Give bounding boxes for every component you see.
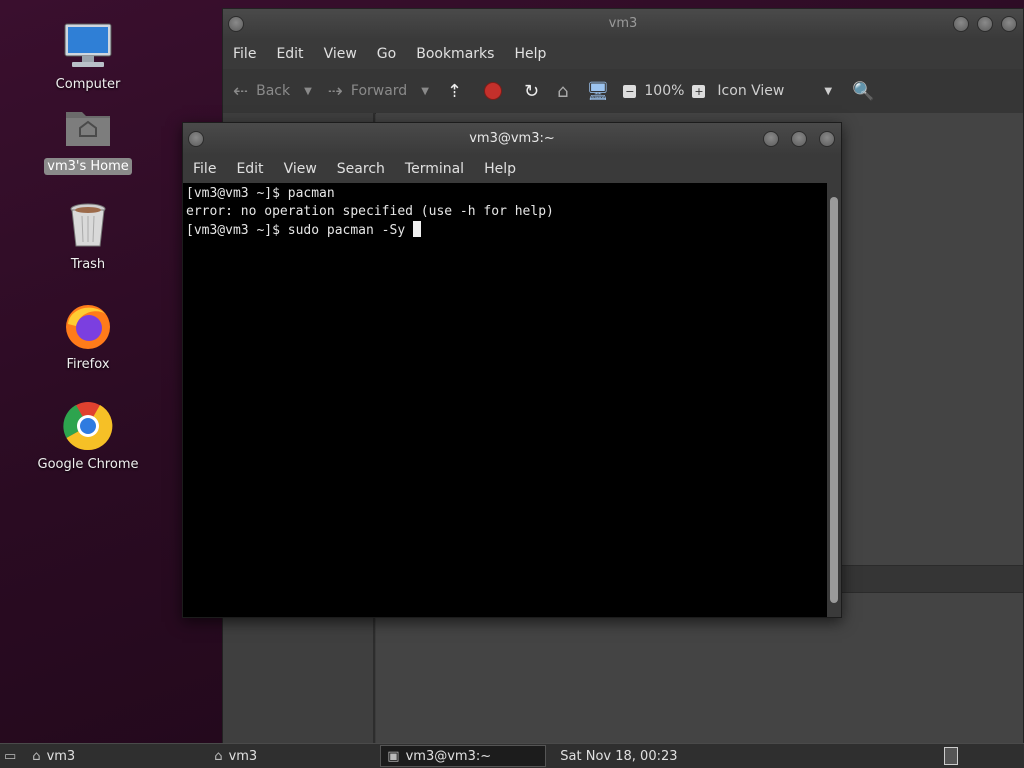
file-manager-menubar: File Edit View Go Bookmarks Help bbox=[223, 39, 1023, 69]
forward-button[interactable]: ⇢ Forward ▼ bbox=[328, 81, 429, 102]
file-manager-toolbar: ⇠ Back ▼ ⇢ Forward ▼ ⇡ ↻ ⌂ 🖥 − 100% + Ic… bbox=[223, 69, 1023, 114]
terminal-menubar: File Edit View Search Terminal Help bbox=[183, 155, 841, 183]
menu-terminal[interactable]: Terminal bbox=[395, 161, 474, 177]
terminal-prompt-line: [vm3@vm3 ~]$ sudo pacman -Sy bbox=[186, 221, 824, 240]
terminal-screen[interactable]: [vm3@vm3 ~]$ pacman error: no operation s… bbox=[183, 183, 827, 617]
taskbar-item-label: vm3 bbox=[46, 748, 76, 764]
minimize-button[interactable] bbox=[953, 16, 969, 32]
desktop-icon-label: Google Chrome bbox=[37, 457, 139, 472]
clock[interactable]: Sat Nov 18, 00:23 bbox=[554, 745, 683, 767]
computer-button[interactable]: 🖥 bbox=[587, 81, 618, 102]
chevron-down-icon[interactable]: ▼ bbox=[304, 86, 312, 97]
taskbar-item-terminal[interactable]: ▣ vm3@vm3:~ bbox=[380, 745, 547, 767]
taskbar: ▭ ⌂ vm3 ⌂ vm3 ▣ vm3@vm3:~ Sat Nov 18, 00… bbox=[0, 743, 1024, 768]
text-cursor bbox=[412, 221, 421, 237]
back-button[interactable]: ⇠ Back ▼ bbox=[233, 81, 312, 102]
view-mode-select[interactable]: Icon View ▼ bbox=[717, 83, 832, 99]
desktop-icon-computer[interactable]: Computer bbox=[33, 20, 143, 93]
file-manager-titlebar[interactable]: vm3 bbox=[223, 9, 1023, 39]
terminal-window[interactable]: vm3@vm3:~ File Edit View Search Terminal… bbox=[182, 122, 842, 618]
desktop-icon-trash[interactable]: Trash bbox=[33, 200, 143, 273]
terminal-titlebar[interactable]: vm3@vm3:~ bbox=[183, 123, 841, 155]
desktop-icon-firefox[interactable]: Firefox bbox=[33, 300, 143, 373]
chevron-down-icon: ▼ bbox=[824, 85, 833, 97]
show-desktop-button[interactable]: ▭ bbox=[0, 745, 26, 767]
zoom-out-icon: − bbox=[623, 84, 637, 98]
minimize-button[interactable] bbox=[763, 131, 779, 147]
home-folder-icon: ⌂ bbox=[214, 748, 223, 764]
home-folder-icon bbox=[62, 102, 114, 154]
terminal-line: error: no operation specified (use -h fo… bbox=[186, 204, 554, 219]
menu-view[interactable]: View bbox=[274, 161, 327, 177]
menu-help[interactable]: Help bbox=[504, 46, 556, 62]
clock-label: Sat Nov 18, 00:23 bbox=[560, 748, 678, 764]
desktop-icon-label: Trash bbox=[70, 257, 106, 272]
zoom-level-label: 100% bbox=[644, 83, 685, 99]
desktop-icon-label: Firefox bbox=[66, 357, 110, 372]
up-arrow-icon: ⇡ bbox=[446, 80, 462, 102]
menu-go[interactable]: Go bbox=[367, 46, 406, 62]
taskbar-item-label: vm3 bbox=[228, 748, 258, 764]
window-menu-button[interactable] bbox=[228, 16, 244, 32]
show-desktop-icon: ▭ bbox=[4, 748, 17, 764]
stop-button[interactable] bbox=[484, 82, 502, 100]
menu-help[interactable]: Help bbox=[474, 161, 526, 177]
menu-view[interactable]: View bbox=[314, 46, 367, 62]
maximize-button[interactable] bbox=[977, 16, 993, 32]
home-folder-icon: ⌂ bbox=[32, 748, 41, 764]
computer-icon: 🖥 bbox=[586, 80, 610, 102]
window-menu-button[interactable] bbox=[188, 131, 204, 147]
home-folder-icon: ⌂ bbox=[557, 80, 569, 102]
menu-edit[interactable]: Edit bbox=[226, 161, 273, 177]
zoom-in-button[interactable]: + bbox=[692, 84, 706, 98]
taskbar-item-file-manager-1[interactable]: ⌂ vm3 bbox=[26, 745, 208, 767]
desktop-icon-label: Computer bbox=[55, 77, 121, 92]
scrollbar-thumb[interactable] bbox=[830, 197, 838, 603]
terminal-scrollbar[interactable] bbox=[827, 183, 841, 617]
firefox-icon bbox=[62, 300, 114, 352]
forward-label: Forward bbox=[350, 83, 408, 99]
taskbar-item-label: vm3@vm3:~ bbox=[405, 748, 492, 764]
desktop-icon-home[interactable]: vm3's Home bbox=[33, 102, 143, 175]
desktop-icon-chrome[interactable]: Google Chrome bbox=[33, 400, 143, 473]
terminal-line: [vm3@vm3 ~]$ sudo pacman -Sy bbox=[186, 223, 413, 238]
search-icon: 🔍 bbox=[852, 80, 875, 102]
workspace-icon bbox=[944, 747, 958, 765]
home-button[interactable]: ⌂ bbox=[557, 81, 576, 102]
window-title: vm3@vm3:~ bbox=[469, 131, 555, 146]
close-button[interactable] bbox=[819, 131, 835, 147]
zoom-in-icon: + bbox=[692, 84, 706, 98]
menu-bookmarks[interactable]: Bookmarks bbox=[406, 46, 504, 62]
trash-icon bbox=[62, 200, 114, 252]
computer-icon bbox=[62, 20, 114, 72]
reload-button[interactable]: ↻ bbox=[524, 81, 547, 102]
maximize-button[interactable] bbox=[791, 131, 807, 147]
menu-search[interactable]: Search bbox=[327, 161, 395, 177]
view-mode-label: Icon View bbox=[717, 83, 785, 99]
chrome-icon bbox=[62, 400, 114, 452]
chevron-down-icon[interactable]: ▼ bbox=[421, 86, 429, 97]
terminal-line: [vm3@vm3 ~]$ pacman bbox=[186, 186, 335, 201]
menu-edit[interactable]: Edit bbox=[266, 46, 313, 62]
taskbar-item-file-manager-2[interactable]: ⌂ vm3 bbox=[208, 745, 380, 767]
zoom-level: 100% bbox=[644, 83, 684, 99]
window-title: vm3 bbox=[608, 16, 638, 31]
menu-file[interactable]: File bbox=[183, 161, 226, 177]
search-button[interactable]: 🔍 bbox=[852, 81, 882, 102]
desktop-icon-label: vm3's Home bbox=[44, 158, 132, 175]
zoom-out-button[interactable]: − bbox=[623, 84, 637, 98]
stop-icon bbox=[484, 82, 502, 100]
menu-file[interactable]: File bbox=[223, 46, 266, 62]
back-arrow-icon: ⇠ bbox=[233, 80, 249, 102]
forward-arrow-icon: ⇢ bbox=[327, 80, 343, 102]
up-button[interactable]: ⇡ bbox=[447, 81, 470, 102]
workspace-switcher[interactable] bbox=[938, 745, 964, 767]
reload-icon: ↻ bbox=[524, 80, 540, 102]
terminal-icon: ▣ bbox=[387, 748, 400, 764]
back-label: Back bbox=[256, 83, 291, 99]
close-button[interactable] bbox=[1001, 16, 1017, 32]
